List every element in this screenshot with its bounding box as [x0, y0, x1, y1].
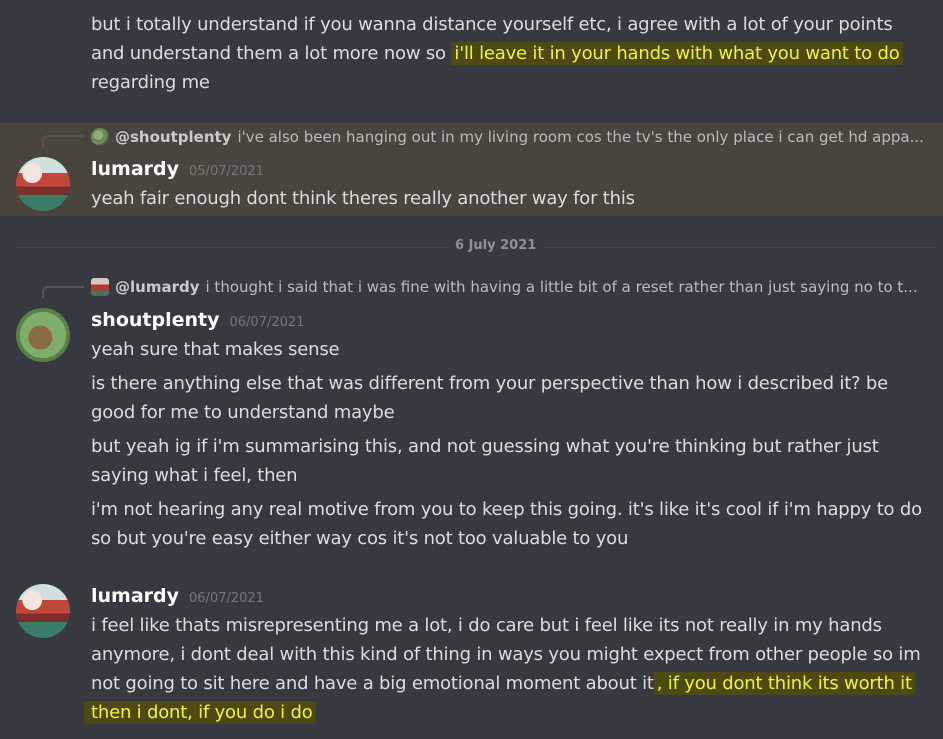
- timestamp: 05/07/2021: [189, 164, 264, 179]
- reply-avatar-icon: [91, 128, 109, 146]
- highlighted-text: , if you dont think its worth it: [653, 672, 915, 695]
- message-text: and understand them a lot more now so i'…: [91, 39, 925, 68]
- reply-username[interactable]: @shoutplenty: [115, 128, 231, 146]
- message-text: good for me to understand maybe: [91, 402, 395, 423]
- message-header: lumardy 06/07/2021: [91, 585, 264, 611]
- message-text-part: not going to sit here and have a big emo…: [91, 673, 654, 694]
- message-text: then i dont, if you do i do: [84, 698, 925, 727]
- reply-preview-text[interactable]: i thought i said that i was fine with ha…: [206, 278, 918, 296]
- message-text: anymore, i dont deal with this kind of t…: [91, 644, 921, 665]
- reply-reference[interactable]: @lumardy i thought i said that i was fin…: [91, 275, 937, 299]
- message-text: but yeah ig if i'm summarising this, and…: [91, 436, 879, 457]
- message-text: so but you're easy either way cos it's n…: [91, 528, 629, 549]
- username[interactable]: lumardy: [91, 585, 179, 607]
- message-text: not going to sit here and have a big emo…: [91, 669, 925, 698]
- message-text: but i totally understand if you wanna di…: [91, 14, 893, 35]
- timestamp: 06/07/2021: [229, 315, 305, 330]
- avatar[interactable]: [16, 157, 70, 211]
- highlighted-text: then i dont, if you do i do: [84, 701, 316, 724]
- message-text: i'm not hearing any real motive from you…: [91, 499, 922, 520]
- reply-spine: [42, 135, 84, 147]
- chat-messages: but i totally understand if you wanna di…: [0, 0, 943, 739]
- username[interactable]: lumardy: [91, 158, 179, 180]
- message-text: saying what i feel, then: [91, 465, 298, 486]
- avatar[interactable]: [16, 308, 70, 362]
- reply-avatar-icon: [91, 278, 109, 296]
- message-header: lumardy 05/07/2021: [91, 158, 264, 184]
- reply-preview-text[interactable]: i've also been hanging out in my living …: [237, 128, 923, 146]
- message-text: yeah fair enough dont think theres reall…: [91, 188, 635, 209]
- avatar[interactable]: [16, 584, 70, 638]
- timestamp: 06/07/2021: [189, 591, 264, 606]
- reply-spine: [42, 286, 84, 298]
- username[interactable]: shoutplenty: [91, 309, 220, 331]
- message-text-part: and understand them a lot more now so: [91, 43, 452, 64]
- message-text: i feel like thats misrepresenting me a l…: [91, 615, 882, 636]
- reply-reference[interactable]: @shoutplenty i've also been hanging out …: [91, 125, 937, 149]
- message-text: yeah sure that makes sense: [91, 339, 340, 360]
- highlighted-text: i'll leave it in your hands with what yo…: [451, 42, 903, 65]
- message-text: regarding me: [91, 72, 210, 93]
- reply-username[interactable]: @lumardy: [115, 278, 200, 296]
- message-header: shoutplenty 06/07/2021: [91, 309, 304, 335]
- message-text: is there anything else that was differen…: [91, 373, 889, 394]
- date-divider-label: 6 July 2021: [449, 238, 543, 253]
